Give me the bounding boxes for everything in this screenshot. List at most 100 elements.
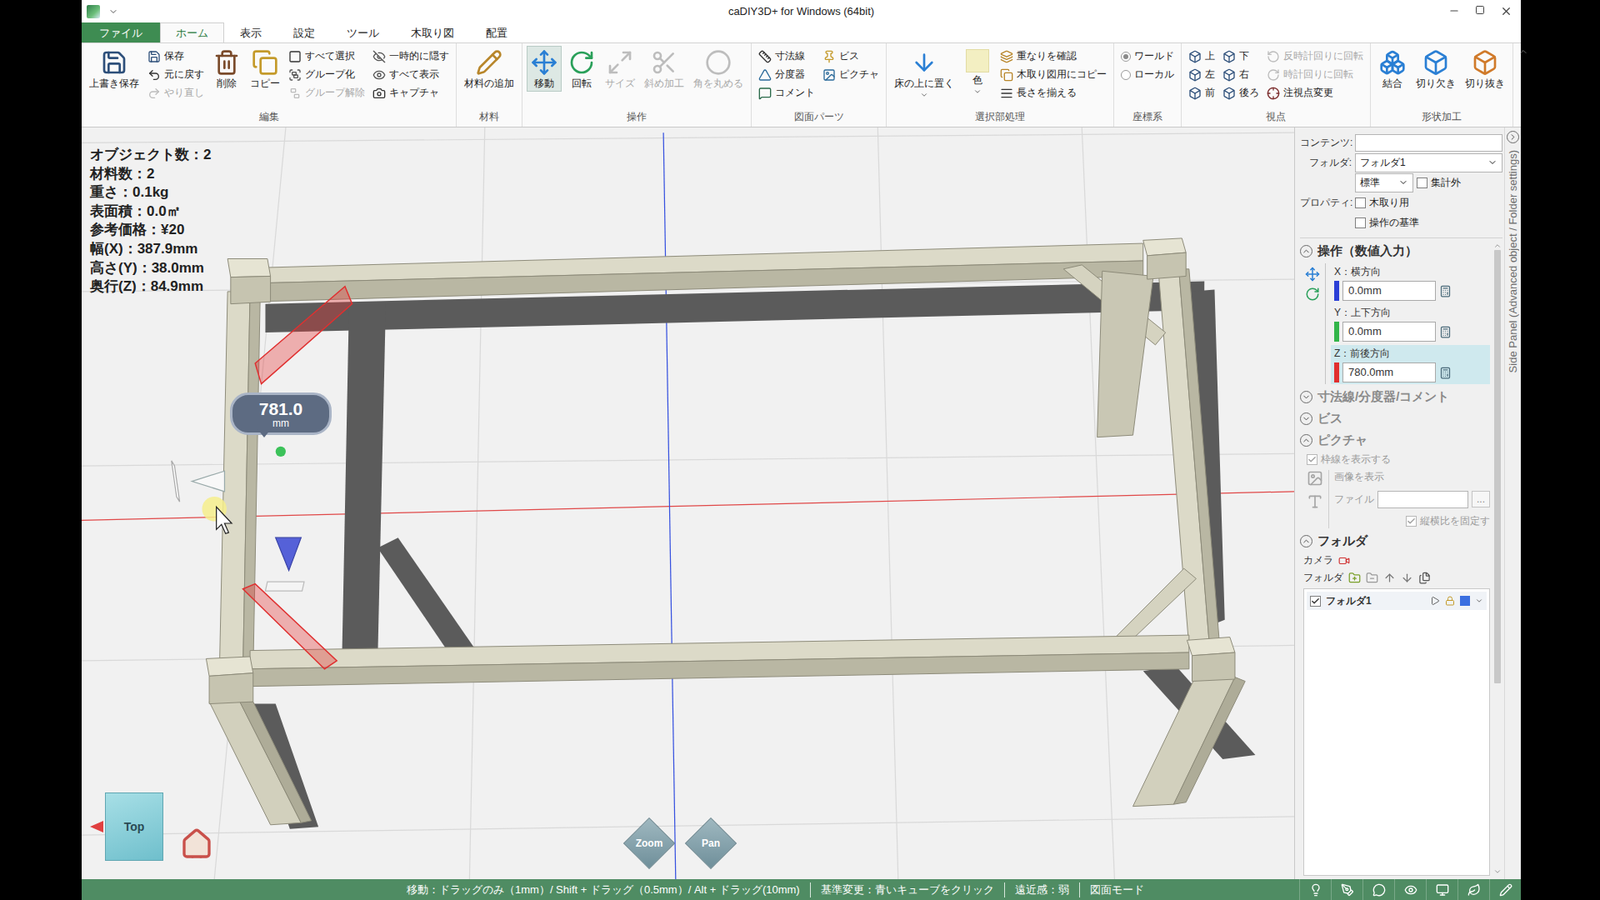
quick-access-icon[interactable] (108, 6, 119, 17)
folder-row[interactable]: フォルダ1 (1306, 591, 1487, 610)
ribbon-button[interactable]: 左 (1185, 65, 1218, 84)
move-up-icon[interactable] (1383, 571, 1396, 585)
table-part[interactable] (209, 673, 254, 705)
section-toggle[interactable] (1300, 390, 1313, 404)
ribbon-button[interactable]: 一時的に隠す (370, 47, 452, 65)
gizmo-plane[interactable] (265, 581, 305, 591)
numeric-input[interactable]: 780.0mm (1342, 362, 1436, 383)
ribbon-tab[interactable]: 設定 (277, 22, 331, 43)
ribbon-button[interactable]: 重なりを確認 (997, 47, 1110, 65)
ribbon-large-button[interactable]: 切り欠き (1412, 45, 1460, 92)
file-tab[interactable]: ファイル (81, 22, 160, 43)
ribbon-button[interactable]: 長さを揃える (997, 84, 1110, 102)
scroll-down-icon[interactable] (1493, 867, 1502, 876)
duplicate-icon[interactable] (1418, 571, 1431, 585)
panel-toggle[interactable] (1506, 130, 1520, 144)
ribbon-button[interactable]: 寸法線 (755, 47, 818, 65)
table-part[interactable] (227, 259, 270, 278)
move-down-icon[interactable] (1400, 571, 1414, 585)
section-header[interactable]: ピクチャ (1300, 430, 1490, 450)
light-icon[interactable] (1309, 883, 1323, 897)
ribbon-tab[interactable]: 表示 (224, 22, 278, 43)
ribbon-button[interactable]: 上 (1185, 47, 1218, 65)
standard-select[interactable]: 標準 (1355, 173, 1414, 193)
gizmo-y-handle[interactable] (275, 446, 286, 457)
table-part[interactable] (250, 652, 1190, 687)
camera-icon[interactable] (1338, 555, 1350, 567)
leaf-icon[interactable] (1467, 883, 1481, 897)
ribbon-tab[interactable]: 配置 (470, 22, 524, 43)
ribbon-button[interactable]: 注視点変更 (1264, 84, 1366, 102)
radio-dot[interactable] (1120, 51, 1131, 62)
zoom-button[interactable]: Zoom (623, 817, 675, 870)
ribbon-button[interactable]: コメント (755, 84, 818, 102)
ribbon-button[interactable]: グループ化 (285, 65, 368, 84)
section-header[interactable]: ビス (1300, 409, 1490, 428)
remove-folder-icon[interactable] (1365, 571, 1379, 585)
radio-dot[interactable] (1120, 70, 1131, 80)
scrollbar[interactable] (1492, 241, 1503, 876)
table-part[interactable] (1097, 270, 1154, 437)
scene-3d[interactable] (81, 127, 1295, 880)
table-part[interactable] (1192, 652, 1235, 681)
checkbox[interactable] (1310, 595, 1321, 607)
selection-highlight[interactable] (243, 584, 338, 670)
checkbox[interactable] (1355, 217, 1366, 229)
ribbon-large-button[interactable]: 上書き保存 (85, 45, 143, 92)
view-icon[interactable] (1404, 883, 1418, 897)
ribbon-button[interactable]: 後ろ (1220, 84, 1262, 102)
ribbon-button[interactable]: 木取り図用にコピー (997, 65, 1110, 84)
radio-button[interactable]: ワールド (1118, 47, 1177, 65)
table-part[interactable] (1147, 252, 1187, 280)
ribbon-button[interactable]: 元に戻す (145, 65, 207, 84)
table-part[interactable] (230, 275, 271, 304)
ribbon-button[interactable]: 前 (1185, 84, 1218, 102)
side-panel-tab[interactable]: Side Panel (Advanced object / Folder set… (1504, 127, 1521, 880)
rotate-icon[interactable] (1305, 286, 1320, 302)
ribbon-large-button[interactable]: 回転 (564, 45, 600, 92)
ribbon-large-button[interactable]: 床の上に置く (890, 45, 958, 102)
scroll-thumb[interactable] (1494, 250, 1501, 684)
ribbon-tab[interactable]: ツール (330, 22, 395, 43)
folder-color[interactable] (1460, 595, 1470, 606)
gizmo-plane[interactable] (171, 460, 180, 502)
pan-button[interactable]: Pan (685, 817, 737, 870)
home-icon[interactable] (180, 827, 214, 861)
view-cube[interactable]: Top (105, 792, 164, 861)
add-folder-icon[interactable] (1348, 571, 1361, 585)
calculator-icon[interactable] (1439, 325, 1452, 339)
contents-input[interactable] (1355, 134, 1503, 152)
folder-select[interactable]: フォルダ1 (1355, 153, 1503, 173)
calculator-icon[interactable] (1439, 366, 1452, 380)
checkbox[interactable] (1416, 177, 1428, 189)
ribbon-large-button[interactable]: 材料の追加 (460, 45, 518, 92)
screen-icon[interactable] (1435, 883, 1450, 897)
ribbon-button[interactable]: すべて選択 (285, 47, 368, 65)
ribbon-button[interactable]: 下 (1220, 47, 1262, 65)
minimize-icon[interactable] (1448, 5, 1460, 17)
viewport[interactable]: オブジェクト数：2材料数：2重さ：0.1kg表面積：0.0㎡参考価格：¥20幅(… (81, 127, 1295, 880)
ribbon-large-button[interactable]: 色 (960, 45, 995, 99)
move-icon[interactable] (1305, 266, 1320, 282)
section-header[interactable]: 寸法線/分度器/コメント (1300, 387, 1490, 406)
numeric-input[interactable]: 0.0mm (1342, 321, 1436, 342)
section-toggle[interactable] (1300, 434, 1313, 447)
lock-icon[interactable] (1445, 595, 1455, 606)
play-icon[interactable] (1430, 595, 1440, 606)
table-part[interactable] (243, 291, 261, 671)
ribbon-large-button[interactable]: コピー (246, 45, 284, 92)
property-checkbox[interactable]: 操作の基準 (1355, 215, 1420, 230)
table-part[interactable] (1173, 677, 1245, 805)
ribbon-button[interactable]: すべて表示 (370, 65, 452, 84)
ribbon-tab[interactable]: ホーム (160, 22, 225, 43)
pencil-icon[interactable] (1499, 883, 1513, 897)
property-checkbox[interactable]: 木取り用 (1355, 195, 1410, 210)
section-toggle[interactable] (1300, 412, 1313, 425)
ribbon-large-button[interactable]: 移動 (526, 45, 562, 92)
ribbon-button[interactable]: 分度器 (755, 65, 818, 84)
checkbox[interactable] (1355, 197, 1366, 209)
ribbon-button[interactable]: キャプチャ (370, 84, 452, 102)
ribbon-button[interactable]: 保存 (145, 47, 207, 65)
pen-icon[interactable] (1340, 883, 1355, 897)
scroll-up-icon[interactable] (1493, 241, 1502, 250)
